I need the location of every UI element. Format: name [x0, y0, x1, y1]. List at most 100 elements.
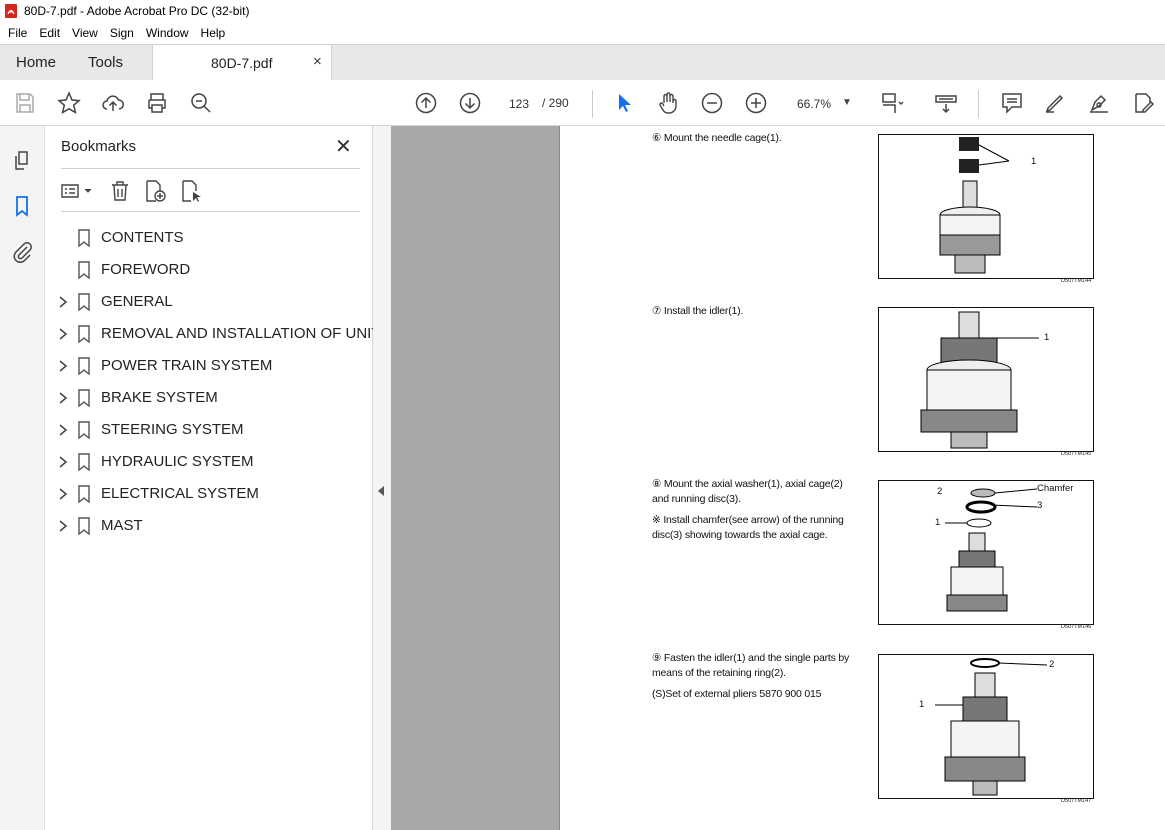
figure-retaining-ring: 2 1: [878, 654, 1094, 799]
chevron-right-icon[interactable]: [57, 423, 69, 437]
page-display-icon[interactable]: [880, 91, 904, 115]
step-line: ⑨ Fasten the idler(1) and the single par…: [652, 652, 850, 664]
page-thumbnails-icon[interactable]: [10, 148, 34, 172]
bookmark-from-selection-icon[interactable]: [179, 179, 203, 203]
bookmark-icon: [78, 485, 90, 503]
bookmark-icon: [78, 517, 90, 535]
bookmark-label: BRAKE SYSTEM: [101, 389, 218, 406]
pdf-page: ⑥ Mount the needle cage(1). ⑦ Install th…: [559, 126, 1165, 830]
bookmark-label: ELECTRICAL SYSTEM: [101, 485, 259, 502]
print-icon[interactable]: [145, 91, 169, 115]
bookmark-label: POWER TRAIN SYSTEM: [101, 357, 273, 374]
window-title: 80D-7.pdf - Adobe Acrobat Pro DC (32-bit…: [24, 4, 250, 18]
attachments-icon[interactable]: [10, 240, 34, 264]
needle-cage-illustration: [939, 137, 1010, 274]
bookmark-item[interactable]: FOREWORD: [45, 254, 373, 286]
figure-code: D507TM144: [1061, 278, 1092, 284]
panel-collapse-strip[interactable]: [373, 126, 391, 830]
bookmark-icon: [78, 453, 90, 471]
chevron-right-icon[interactable]: [57, 455, 69, 469]
delete-icon[interactable]: [109, 180, 131, 202]
bookmark-label: HYDRAULIC SYSTEM: [101, 453, 254, 470]
chevron-right-icon[interactable]: [57, 391, 69, 405]
chevron-right-icon[interactable]: [57, 487, 69, 501]
toolbar: [0, 80, 1165, 126]
tab-tools[interactable]: Tools: [88, 45, 123, 81]
highlight-pen-icon[interactable]: [1043, 91, 1067, 115]
figure-callout: 1: [1044, 332, 1050, 343]
menu-window[interactable]: Window: [146, 26, 189, 40]
figure-callout: 2: [937, 486, 943, 497]
figure-callout: 1: [935, 517, 941, 528]
figure-callout: Chamfer: [1037, 483, 1074, 494]
bookmarks-panel-icon[interactable]: [10, 194, 34, 218]
tab-document[interactable]: 80D-7.pdf ×: [152, 45, 332, 81]
step-note: disc(3) showing towards the axial cage.: [652, 529, 828, 541]
bookmark-item[interactable]: GENERAL: [45, 286, 373, 318]
figure-callout: 1: [919, 699, 925, 710]
bookmark-icon: [78, 293, 90, 311]
page-total: / 290: [542, 96, 569, 110]
menu-sign[interactable]: Sign: [110, 26, 134, 40]
step-7: ⑦ Install the idler(1).: [652, 304, 743, 319]
new-bookmark-icon[interactable]: [143, 179, 167, 203]
bookmark-label: FOREWORD: [101, 261, 191, 278]
axial-washer-illustration: [945, 488, 1038, 612]
menu-file[interactable]: File: [8, 26, 27, 40]
chevron-right-icon[interactable]: [57, 295, 69, 309]
bookmark-item[interactable]: MAST: [45, 510, 373, 542]
page-number-input[interactable]: 123: [500, 89, 538, 117]
document-canvas: [391, 126, 559, 830]
edit-pdf-icon[interactable]: [1131, 91, 1155, 115]
bookmark-item[interactable]: STEERING SYSTEM: [45, 414, 373, 446]
figure-callout: 2: [1049, 659, 1055, 670]
bookmark-item[interactable]: ELECTRICAL SYSTEM: [45, 478, 373, 510]
chevron-down-icon[interactable]: ▼: [842, 97, 852, 108]
bookmark-item[interactable]: POWER TRAIN SYSTEM: [45, 350, 373, 382]
collapse-panel-icon[interactable]: [378, 486, 384, 496]
tab-close-icon[interactable]: ×: [313, 53, 322, 70]
chevron-right-icon[interactable]: [57, 359, 69, 373]
bookmark-icon: [78, 325, 90, 343]
menu-view[interactable]: View: [72, 26, 98, 40]
tab-home[interactable]: Home: [16, 45, 56, 81]
bookmark-icon: [78, 357, 90, 375]
tab-bar: Home Tools 80D-7.pdf ×: [0, 44, 1165, 81]
upload-cloud-icon[interactable]: [101, 91, 125, 115]
menu-help[interactable]: Help: [201, 26, 226, 40]
retaining-ring-illustration: [935, 658, 1048, 796]
find-zoom-icon[interactable]: [189, 91, 213, 115]
zoom-in-icon[interactable]: [744, 91, 768, 115]
close-icon[interactable]: ✕: [335, 134, 352, 159]
figure-callout: 3: [1037, 500, 1043, 511]
menu-edit[interactable]: Edit: [39, 26, 60, 40]
select-cursor-icon[interactable]: [612, 91, 636, 115]
bookmark-icon: [78, 229, 90, 247]
bookmark-label: REMOVAL AND INSTALLATION OF UNIT: [101, 325, 381, 342]
fill-sign-icon[interactable]: [1087, 91, 1111, 115]
figure-code: D507TM145: [1061, 451, 1092, 457]
chevron-right-icon[interactable]: [57, 327, 69, 341]
hand-tool-icon[interactable]: [656, 91, 680, 115]
figure-code: D507TM146: [1061, 624, 1092, 630]
bookmark-item[interactable]: CONTENTS: [45, 222, 373, 254]
chevron-right-icon[interactable]: [57, 519, 69, 533]
comment-icon[interactable]: [1000, 91, 1024, 115]
bookmark-item[interactable]: BRAKE SYSTEM: [45, 382, 373, 414]
zoom-out-icon[interactable]: [700, 91, 724, 115]
next-page-icon[interactable]: [458, 91, 482, 115]
bookmark-item[interactable]: REMOVAL AND INSTALLATION OF UNIT: [45, 318, 381, 350]
options-menu-icon[interactable]: [59, 180, 95, 202]
previous-page-icon[interactable]: [414, 91, 438, 115]
bookmark-icon: [78, 421, 90, 439]
title-bar: 80D-7.pdf - Adobe Acrobat Pro DC (32-bit…: [0, 0, 1165, 22]
figure-needle-cage: 1: [878, 134, 1094, 279]
bookmark-star-icon[interactable]: [57, 91, 81, 115]
bookmarks-title: Bookmarks: [61, 138, 137, 155]
tab-document-label: 80D-7.pdf: [211, 55, 273, 71]
bookmark-item[interactable]: HYDRAULIC SYSTEM: [45, 446, 373, 478]
keyboard-scroll-icon[interactable]: [934, 91, 958, 115]
step-6: ⑥ Mount the needle cage(1).: [652, 131, 782, 146]
acrobat-logo-icon: [5, 4, 17, 18]
save-icon[interactable]: [13, 91, 37, 115]
